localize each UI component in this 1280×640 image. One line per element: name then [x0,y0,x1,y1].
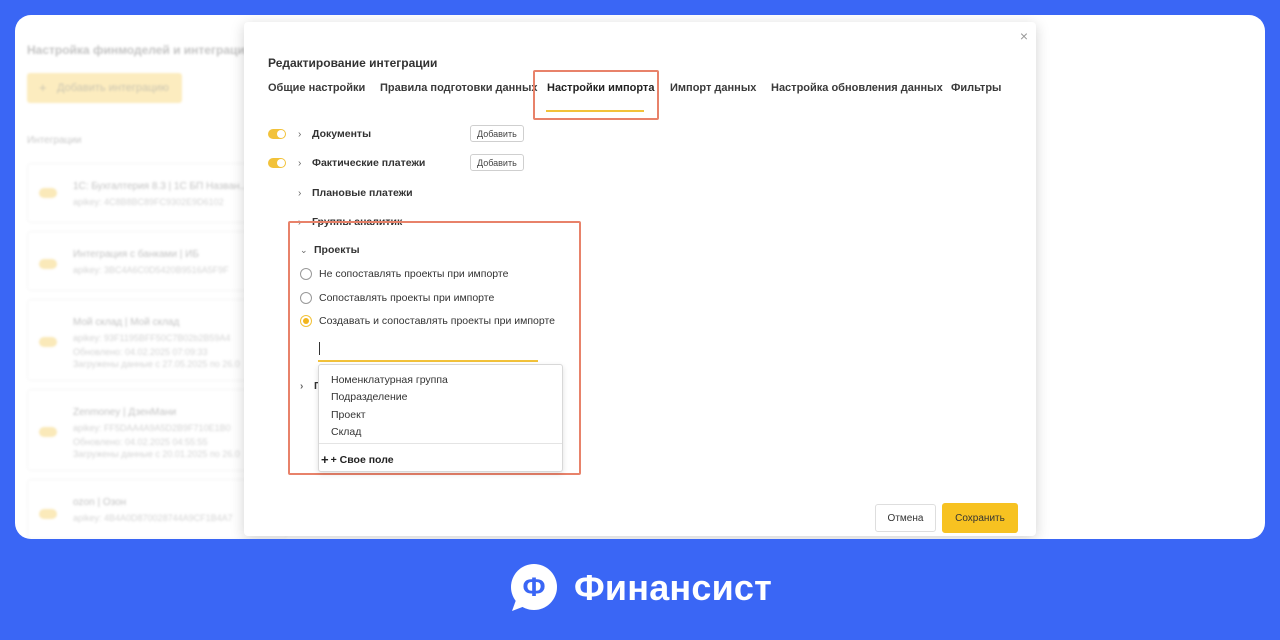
radio-match[interactable]: Сопоставлять проекты при импорте [300,292,494,304]
chevron-right-icon[interactable]: › [300,381,314,392]
chevron-down-icon[interactable]: ⌄ [300,245,314,256]
integration-apikey: apikey: 4C8B8BC89FC9302E9D6102 [73,197,224,207]
chevron-right-icon[interactable]: › [298,188,312,199]
radio-no-match[interactable]: Не сопоставлять проекты при импорте [300,268,508,280]
section-label: Фактические платежи [312,157,426,169]
tab-data-import[interactable]: Импорт данных [670,82,756,94]
integration-toggle[interactable] [39,509,57,519]
integration-apikey: apikey: 4B4A0D870028744A9CF1B4A7 [73,513,233,523]
integration-name: 1С: Бухгалтерия 8.3 | 1С БП Назван... [73,181,248,192]
project-field-input[interactable] [318,338,538,362]
integration-loaded: Загружены данные с 27.05.2025 по 26.0 [73,359,240,369]
section-projects[interactable]: ⌄ Проекты [300,244,360,256]
brand-name: Финансист [574,567,772,608]
custom-field-label: + Свое поле [330,453,394,466]
dropdown-option[interactable]: Подразделение [331,391,408,403]
background-page-title: Настройка финмоделей и интеграций [27,43,253,57]
screenshot-card: Настройка финмоделей и интеграций Добави… [15,15,1265,539]
section-label: Проекты [314,244,360,256]
actual-payments-toggle[interactable] [268,158,286,168]
tab-highlight-frame [533,70,659,120]
close-icon[interactable]: × [1020,28,1028,44]
documents-toggle[interactable] [268,129,286,139]
integration-apikey: apikey: 3BC4A6C0D5420B9516A5F9F [73,265,229,275]
section-planned-payments[interactable]: › Плановые платежи [268,184,413,202]
add-actual-payments-button[interactable]: Добавить [470,154,524,171]
integration-name: Мой склад | Мой склад [73,317,180,328]
tab-filters[interactable]: Фильтры [951,82,1001,94]
tab-data-preparation-rules[interactable]: Правила подготовки данных [380,82,537,94]
brand-logo-icon: Ф [508,562,560,614]
modal-title: Редактирование интеграции [268,56,438,70]
add-custom-field-option[interactable]: + + Свое поле [321,452,394,467]
section-documents[interactable]: › Документы Добавить [268,125,524,143]
section-actual-payments[interactable]: › Фактические платежи Добавить [268,154,524,172]
brand-logo-letter: Ф [522,572,545,602]
chevron-right-icon[interactable]: › [298,158,312,169]
text-caret [319,342,320,355]
integrations-section-label: Интеграции [27,135,82,146]
section-label: Плановые платежи [312,187,413,199]
integration-loaded: Загружены данные с 20.01.2025 по 26.0 [73,449,240,459]
integration-updated: Обновлено: 04.02.2025 07:09:33 [73,347,208,357]
radio-button[interactable] [300,268,312,280]
tab-general-settings[interactable]: Общие настройки [268,82,365,94]
integration-toggle[interactable] [39,427,57,437]
integration-updated: Обновлено: 04.02.2025 04:55:55 [73,437,208,447]
add-integration-button[interactable]: Добавить интеграцию [27,73,182,103]
integration-name: Интеграция с банками | ИБ [73,249,199,260]
integration-name: Zenmoney | ДзенМани [73,407,177,418]
dropdown-divider [319,443,562,444]
radio-label: Не сопоставлять проекты при импорте [319,268,509,280]
dropdown-option[interactable]: Проект [331,409,366,421]
radio-label: Создавать и сопоставлять проекты при имп… [319,315,556,327]
tab-update-settings[interactable]: Настройка обновления данных [771,82,943,94]
integration-toggle[interactable] [39,337,57,347]
brand-footer: Ф Финансист [508,562,772,614]
chevron-right-icon[interactable]: › [298,129,312,140]
dropdown-option[interactable]: Номенклатурная группа [331,374,448,386]
radio-button-selected[interactable] [300,315,312,327]
dropdown-option[interactable]: Склад [331,426,361,438]
section-label: Документы [312,128,372,140]
integration-apikey: apikey: FF5DAA4A9A5D2B9F710E1B0 [73,423,231,433]
integration-apikey: apikey: 93F1195BFF50C7B02b2B59A4 [73,333,231,343]
integration-toggle[interactable] [39,259,57,269]
radio-button[interactable] [300,292,312,304]
integration-toggle[interactable] [39,188,57,198]
radio-label: Сопоставлять проекты при импорте [319,292,495,304]
save-button[interactable]: Сохранить [942,503,1018,533]
cancel-button[interactable]: Отмена [875,504,936,532]
edit-integration-modal: Редактирование интеграции × Общие настро… [244,22,1036,536]
integration-name: ozon | Озон [73,497,127,508]
radio-create-and-match[interactable]: Создавать и сопоставлять проекты при имп… [300,315,555,327]
add-documents-button[interactable]: Добавить [470,125,524,142]
plus-icon: + [321,452,329,467]
field-dropdown: Номенклатурная группа Подразделение Прое… [318,364,563,472]
